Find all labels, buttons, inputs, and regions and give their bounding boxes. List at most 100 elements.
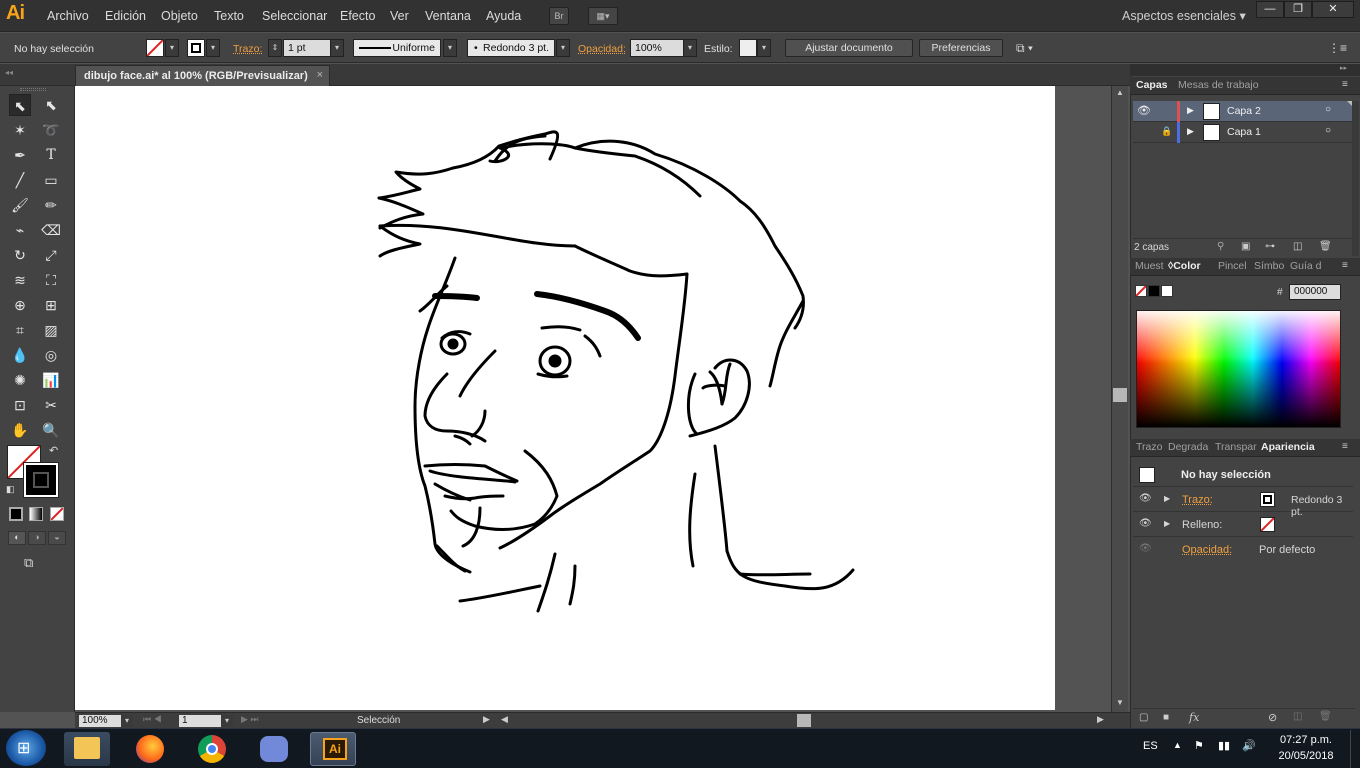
tab-layers[interactable]: Capas [1136, 79, 1168, 91]
blend-tool-icon[interactable]: ◎ [40, 344, 62, 366]
tab-brushes[interactable]: Pincel [1218, 260, 1247, 272]
appearance-stroke-row[interactable]: 👁 ▶ Trazo: Redondo 3 pt. [1133, 488, 1353, 518]
firefox-taskbar-icon[interactable] [128, 732, 174, 766]
first-artboard-icon[interactable]: ⏮ ◀ [143, 714, 162, 725]
stroke-color-box[interactable] [23, 462, 59, 498]
layer-row[interactable]: 🔒 ▶ Capa 1 ○ [1133, 122, 1355, 143]
zoom-dropdown[interactable]: ▾ [121, 715, 133, 727]
hex-color-field[interactable]: 000000 [1289, 284, 1341, 300]
document-tab[interactable]: dibujo face.ai* al 100% (RGB/Previsualiz… [75, 65, 330, 86]
selection-tool-icon[interactable]: ⬉ [9, 94, 31, 116]
arrange-documents-button[interactable]: ▦▾ [588, 7, 618, 25]
color-panel-menu-icon[interactable]: ≡ [1342, 260, 1348, 271]
collapse-panels-icon[interactable]: ▸▸ [1340, 64, 1347, 72]
scroll-up-icon[interactable]: ▲ [1116, 88, 1124, 97]
brush-definition[interactable]: • Redondo 3 pt. [467, 39, 555, 57]
stroke-label[interactable]: Trazo: [233, 43, 262, 55]
target-circle-icon[interactable]: ○ [1325, 125, 1331, 136]
workspace-switcher[interactable]: Aspectos esenciales ▾ [1122, 8, 1246, 23]
language-indicator[interactable]: ES [1143, 740, 1158, 752]
column-graph-tool-icon[interactable]: 📊 [40, 369, 62, 391]
opacity-label[interactable]: Opacidad: [578, 43, 626, 55]
show-desktop-button[interactable] [1350, 730, 1360, 768]
new-layer-icon[interactable]: ◫ [1293, 241, 1302, 252]
visibility-eye-icon[interactable]: 👁 [1139, 493, 1152, 504]
close-window-button[interactable]: ✕ [1312, 1, 1354, 18]
isolate-selection-icon[interactable]: ⧉ ▾ [1016, 41, 1033, 56]
delete-item-icon[interactable]: 🗑 [1319, 711, 1332, 722]
draw-normal-icon[interactable]: ◐ [8, 531, 26, 545]
menu-efecto[interactable]: Efecto [340, 9, 375, 23]
magic-wand-tool-icon[interactable]: ✶ [9, 119, 31, 141]
menu-ayuda[interactable]: Ayuda [486, 9, 521, 23]
tab-artboards[interactable]: Mesas de trabajo [1178, 79, 1259, 91]
menu-edicion[interactable]: Edición [105, 9, 146, 23]
fill-attribute-label[interactable]: Relleno: [1182, 519, 1222, 531]
symbol-sprayer-tool-icon[interactable]: ✺ [9, 369, 31, 391]
style-dropdown[interactable]: ▾ [757, 39, 771, 57]
expand-triangle-icon[interactable]: ▶ [1164, 519, 1170, 528]
layer-name[interactable]: Capa 2 [1227, 105, 1261, 117]
appearance-fill-row[interactable]: 👁 ▶ Relleno: [1133, 513, 1353, 537]
file-explorer-taskbar-icon[interactable] [64, 732, 110, 766]
stroke-dropdown[interactable]: ▾ [206, 39, 220, 57]
hand-tool-icon[interactable]: ✋ [9, 419, 31, 441]
face-drawing[interactable] [75, 86, 1055, 710]
create-sublayer-icon[interactable]: ⊶ [1265, 241, 1275, 252]
none-mode-icon[interactable] [50, 507, 64, 521]
clear-appearance-icon[interactable]: ⊘ [1268, 711, 1277, 724]
action-center-flag-icon[interactable]: ⚑ [1194, 739, 1204, 752]
tab-appearance[interactable]: Apariencia [1261, 441, 1315, 453]
tab-symbols[interactable]: Símbo [1254, 260, 1284, 272]
scale-tool-icon[interactable]: ⤢ [40, 244, 62, 266]
artboard-field[interactable]: 1 [179, 715, 221, 727]
scroll-down-icon[interactable]: ▼ [1116, 698, 1124, 707]
blob-brush-tool-icon[interactable]: ⌁ [9, 219, 31, 241]
default-colors-icon[interactable]: ◧ [6, 484, 15, 495]
mesh-tool-icon[interactable]: ⌗ [9, 319, 31, 341]
scroll-left-icon[interactable]: ◀ [501, 714, 508, 725]
layers-panel-menu-icon[interactable]: ≡ [1342, 79, 1348, 90]
perspective-grid-tool-icon[interactable]: ⊞ [40, 294, 62, 316]
eraser-tool-icon[interactable]: ⌫ [40, 219, 62, 241]
free-transform-tool-icon[interactable]: ⛶ [40, 269, 62, 291]
bridge-button[interactable]: Br [549, 7, 569, 25]
menu-texto[interactable]: Texto [214, 9, 244, 23]
duplicate-item-icon[interactable]: ◫ [1293, 711, 1302, 722]
shape-builder-tool-icon[interactable]: ⊕ [9, 294, 31, 316]
layers-scrollbar[interactable] [1352, 101, 1359, 256]
tab-swatches[interactable]: Muest [1135, 260, 1164, 272]
stroke-weight-stepper[interactable]: ⇕ [268, 39, 282, 57]
add-stroke-icon[interactable]: ▢ [1139, 712, 1148, 723]
opacity-dropdown[interactable]: ▾ [683, 39, 697, 57]
stroke-swatch[interactable] [187, 39, 205, 57]
fill-dropdown[interactable]: ▾ [165, 39, 179, 57]
vertical-scrollbar[interactable]: ▲ ▼ [1111, 86, 1128, 712]
status-menu-icon[interactable]: ▶ [483, 714, 490, 725]
slice-tool-icon[interactable]: ✂ [40, 394, 62, 416]
direct-selection-tool-icon[interactable]: ⬉ [40, 94, 62, 116]
expand-triangle-icon[interactable]: ▶ [1164, 494, 1170, 503]
tab-transparency[interactable]: Transpar [1215, 441, 1257, 453]
target-circle-icon[interactable]: ○ [1325, 104, 1331, 115]
show-hidden-icons-icon[interactable]: ▲ [1173, 740, 1182, 750]
preferences-button[interactable]: Preferencias [919, 39, 1003, 57]
tab-color-guide[interactable]: Guía d [1290, 260, 1322, 272]
clock-date[interactable]: 20/05/2018 [1272, 750, 1340, 762]
stroke-attribute-label[interactable]: Trazo: [1182, 494, 1213, 506]
line-tool-icon[interactable]: ╱ [9, 169, 31, 191]
discord-taskbar-icon[interactable] [252, 732, 298, 766]
artboard-tool-icon[interactable]: ⊡ [9, 394, 31, 416]
eyedropper-tool-icon[interactable]: 💧 [9, 344, 31, 366]
lasso-tool-icon[interactable]: ➰ [40, 119, 62, 141]
opacity-field[interactable]: 100% [630, 39, 684, 57]
fill-color-swatch[interactable] [1260, 517, 1275, 532]
screen-mode-icon[interactable]: ⧉ [24, 555, 33, 571]
rotate-tool-icon[interactable]: ↻ [9, 244, 31, 266]
visibility-eye-icon[interactable]: 👁 [1139, 543, 1152, 554]
zoom-field[interactable]: 100% [79, 715, 121, 727]
menu-ventana[interactable]: Ventana [425, 9, 471, 23]
illustrator-taskbar-icon[interactable]: Ai [310, 732, 356, 766]
restore-button[interactable]: ❐ [1284, 1, 1312, 18]
appearance-panel-menu-icon[interactable]: ≡ [1342, 441, 1348, 452]
